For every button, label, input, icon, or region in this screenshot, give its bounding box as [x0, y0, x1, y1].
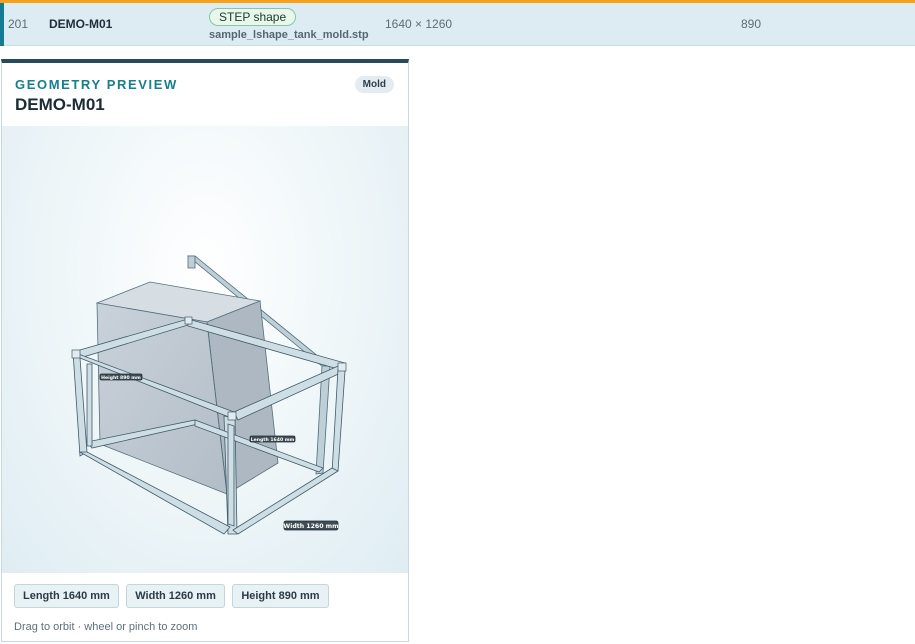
- 3d-viewport[interactable]: Height 890 mm Length 1640 mm Width 1260 …: [2, 126, 408, 573]
- height-dimension-label: Height 890 mm: [99, 373, 143, 381]
- row-height-value: 890: [741, 17, 762, 31]
- card-kicker: GEOMETRY PREVIEW: [15, 77, 178, 92]
- dimension-chips: Length 1640 mm Width 1260 mm Height 890 …: [14, 584, 332, 608]
- width-chip: Width 1260 mm: [126, 584, 225, 608]
- svg-text:Height 890 mm: Height 890 mm: [101, 375, 141, 381]
- height-chip: Height 890 mm: [232, 584, 329, 608]
- mold-model[interactable]: Height 890 mm Length 1640 mm Width 1260 …: [2, 126, 408, 573]
- viewport-hint: Drag to orbit · wheel or pinch to zoom: [14, 621, 198, 633]
- row-selection-indicator: [0, 3, 4, 46]
- width-dimension-label: Width 1260 mm: [283, 520, 339, 531]
- row-name: DEMO-M01: [49, 17, 113, 31]
- svg-text:Length 1640 mm: Length 1640 mm: [251, 437, 295, 443]
- card-header: GEOMETRY PREVIEW DEMO-M01 Mold: [2, 63, 408, 127]
- geometry-preview-card: GEOMETRY PREVIEW DEMO-M01 Mold Height 89…: [1, 59, 409, 642]
- row-dimensions: 1640 × 1260: [385, 17, 453, 31]
- card-title: DEMO-M01: [15, 95, 105, 114]
- length-chip: Length 1640 mm: [14, 584, 119, 608]
- table-row[interactable]: 201 DEMO-M01 STEP shape sample_lshape_ta…: [0, 0, 915, 46]
- row-index: 201: [8, 17, 29, 31]
- tank-block: [95, 281, 279, 495]
- mold-tag: Mold: [354, 76, 394, 93]
- length-dimension-label: Length 1640 mm: [249, 435, 296, 443]
- svg-text:Width 1260 mm: Width 1260 mm: [283, 523, 338, 530]
- step-shape-badge: STEP shape: [209, 8, 297, 26]
- row-type-cell: STEP shape sample_lshape_tank_mold.stp: [209, 8, 369, 41]
- file-name: sample_lshape_tank_mold.stp: [209, 29, 369, 41]
